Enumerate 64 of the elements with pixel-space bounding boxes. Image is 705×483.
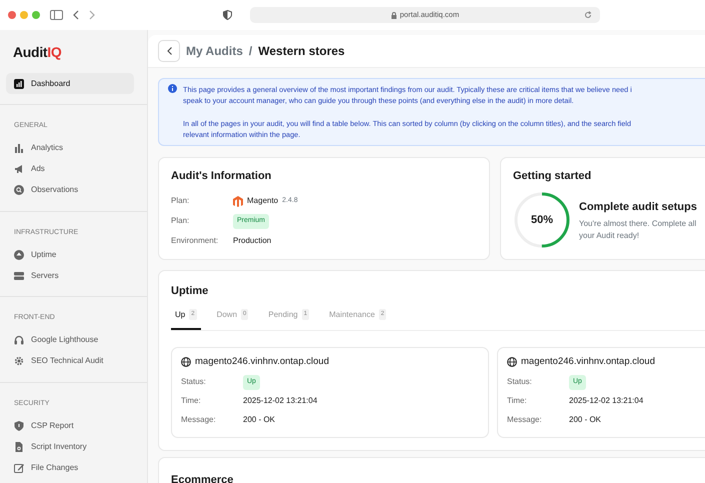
window-control-dot[interactable] bbox=[20, 11, 28, 19]
magento-logo-icon bbox=[233, 196, 243, 207]
progress-percent: 50% bbox=[530, 213, 554, 228]
gear-icon bbox=[14, 356, 24, 366]
field-label: Time: bbox=[181, 395, 202, 408]
sidebar-item[interactable]: Ads bbox=[6, 158, 134, 180]
server-icon bbox=[14, 270, 24, 280]
back-button[interactable] bbox=[158, 40, 180, 62]
field-value: 200 - OK bbox=[243, 414, 276, 426]
field-value: Production bbox=[233, 235, 272, 248]
sidebar-item[interactable]: Servers bbox=[6, 265, 134, 286]
card-title: Ecommerce bbox=[171, 474, 234, 483]
sidebar-item[interactable]: Uptime bbox=[6, 244, 134, 265]
window-control-dot[interactable] bbox=[32, 11, 40, 19]
breadcrumb-link[interactable]: My Audits bbox=[186, 42, 243, 60]
sidebar-item[interactable]: Observations bbox=[6, 180, 134, 200]
sidebar-toggle-icon[interactable] bbox=[50, 10, 63, 20]
lock-icon bbox=[390, 12, 397, 18]
chevron-left-icon bbox=[166, 47, 172, 55]
platform-name: Magento bbox=[247, 195, 278, 208]
arrow-up-icon bbox=[14, 250, 24, 260]
document-icon bbox=[14, 442, 24, 452]
field-label: Plan: bbox=[171, 195, 190, 208]
host-name: magento246.vinhnv.ontap.cloud bbox=[195, 354, 329, 369]
chart-icon bbox=[14, 78, 24, 88]
search-icon bbox=[14, 185, 24, 195]
field-label: Plan: bbox=[171, 215, 190, 228]
card-title: Audit's Information bbox=[171, 170, 272, 184]
app-logo: AuditIQ bbox=[12, 43, 62, 62]
task-description: your Audit ready! bbox=[579, 230, 640, 242]
field-label: Message: bbox=[507, 414, 543, 426]
shield-icon bbox=[14, 420, 24, 430]
headset-icon bbox=[14, 335, 24, 345]
field-value: 2025-12-02 13:21:04 bbox=[243, 395, 318, 408]
field-label: Environment: bbox=[171, 235, 220, 248]
task-description: You're almost there. Complete all bbox=[579, 218, 697, 230]
card-title: Getting started bbox=[513, 170, 592, 184]
field-label: Status: bbox=[181, 376, 207, 388]
sidebar-item[interactable]: Google Lighthouse bbox=[6, 330, 134, 350]
megaphone-icon bbox=[14, 164, 24, 174]
window-control-dot[interactable] bbox=[8, 11, 16, 19]
globe-icon bbox=[181, 356, 191, 367]
sidebar-item[interactable]: Dashboard bbox=[6, 73, 134, 94]
card-title: Uptime bbox=[171, 285, 210, 299]
shield-icon[interactable] bbox=[223, 10, 232, 20]
field-label: Time: bbox=[507, 395, 528, 408]
field-value: 200 - OK bbox=[569, 414, 602, 426]
globe-icon bbox=[507, 356, 517, 367]
task-heading: Complete audit setups bbox=[579, 200, 697, 215]
field-label: Status: bbox=[507, 376, 533, 388]
sidebar-item[interactable]: Script Inventory bbox=[6, 436, 134, 457]
sidebar-item[interactable]: File Changes bbox=[6, 457, 134, 478]
sidebar-item[interactable]: SEO Technical Audit bbox=[6, 350, 134, 372]
info-icon bbox=[168, 84, 177, 93]
page-title: Western stores bbox=[258, 43, 345, 60]
field-value: 2025-12-02 13:21:04 bbox=[569, 395, 644, 408]
bar-chart-icon bbox=[14, 143, 24, 153]
sidebar-item[interactable]: CSP Report bbox=[6, 415, 134, 436]
edit-icon bbox=[14, 462, 24, 472]
reload-icon[interactable] bbox=[584, 11, 592, 19]
host-name: magento246.vinhnv.ontap.cloud bbox=[521, 354, 655, 369]
sidebar-item[interactable]: Analytics bbox=[6, 138, 134, 158]
breadcrumb-separator: / bbox=[248, 43, 252, 60]
field-label: Message: bbox=[181, 414, 217, 426]
